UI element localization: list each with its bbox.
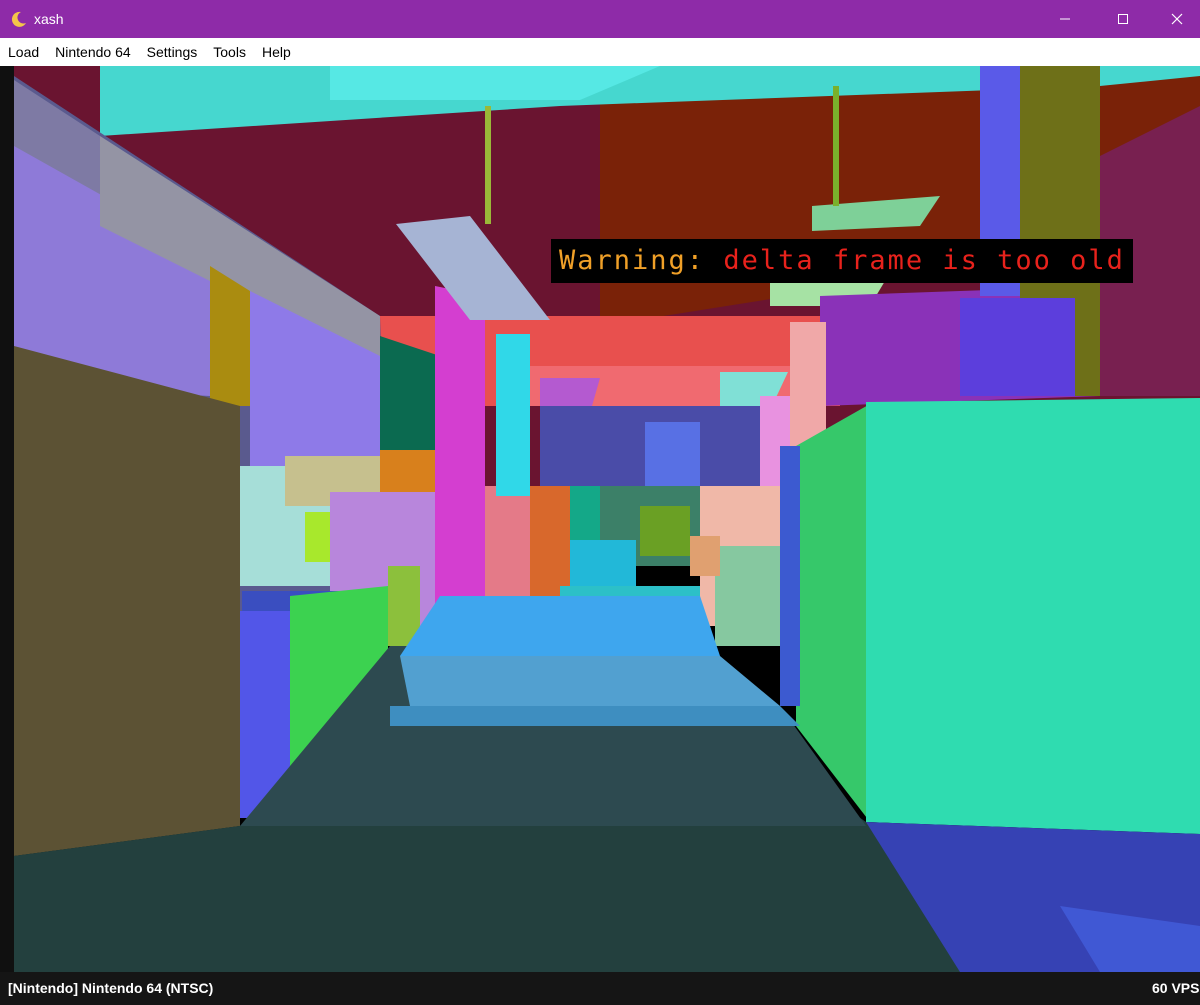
close-button[interactable] — [1154, 0, 1200, 38]
warning-message: delta frame is too old — [723, 245, 1125, 276]
minimize-button[interactable] — [1042, 0, 1088, 38]
menu-settings[interactable]: Settings — [139, 38, 206, 66]
system-status: [Nintendo] Nintendo 64 (NTSC) — [8, 980, 214, 996]
vps-counter: 60 VPS — [1152, 980, 1200, 996]
maximize-button[interactable] — [1100, 0, 1146, 38]
window-title: xash — [34, 11, 64, 27]
menu-bar: Load Nintendo 64 Settings Tools Help — [0, 38, 1200, 66]
warning-overlay: Warning: delta frame is too old — [551, 239, 1133, 283]
maximize-icon — [1117, 13, 1129, 25]
warning-label: Warning: — [559, 245, 706, 276]
menu-tools[interactable]: Tools — [205, 38, 254, 66]
menu-nintendo-64[interactable]: Nintendo 64 — [47, 38, 139, 66]
status-bar: [Nintendo] Nintendo 64 (NTSC) 60 VPS — [0, 972, 1200, 1005]
menu-load[interactable]: Load — [0, 38, 47, 66]
crescent-moon-icon — [10, 10, 28, 28]
game-viewport[interactable]: Warning: delta frame is too old — [0, 66, 1200, 972]
emulator-window: xash Load Nintendo 64 Settings Tools Hel… — [0, 0, 1200, 1005]
game-scene — [0, 66, 1200, 972]
title-bar[interactable]: xash — [0, 0, 1200, 38]
minimize-icon — [1059, 13, 1071, 25]
close-icon — [1171, 13, 1183, 25]
menu-help[interactable]: Help — [254, 38, 299, 66]
